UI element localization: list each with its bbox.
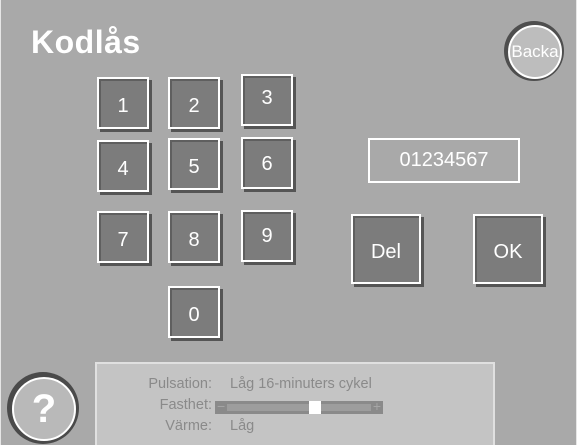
code-display: 01234567 <box>368 138 520 183</box>
code-display-value: 01234567 <box>399 149 489 171</box>
key-2[interactable]: 2 <box>168 77 220 129</box>
back-button[interactable]: Backa <box>504 21 564 81</box>
key-7[interactable]: 7 <box>97 211 149 263</box>
status-panel: Pulsation: Låg 16-minuters cykel Fasthet… <box>95 362 495 445</box>
status-row-heat: Värme: Låg <box>97 418 497 438</box>
key-label: 2 <box>188 94 200 117</box>
key-8[interactable]: 8 <box>168 211 220 263</box>
firmness-slider-knob <box>308 401 321 414</box>
pulsation-value: Låg 16-minuters cykel <box>230 376 372 392</box>
help-button[interactable]: ? <box>7 372 79 444</box>
key-label: 7 <box>117 228 129 251</box>
ok-button-label: OK <box>493 240 523 263</box>
key-label: 1 <box>117 94 129 117</box>
heat-label: Värme: <box>165 418 212 434</box>
key-4[interactable]: 4 <box>97 140 149 192</box>
key-label: 0 <box>188 303 200 326</box>
key-label: 3 <box>261 86 273 109</box>
key-label: 8 <box>188 228 200 251</box>
question-mark-icon: ? <box>12 377 76 441</box>
pulsation-label: Pulsation: <box>148 376 212 392</box>
key-5[interactable]: 5 <box>168 138 220 190</box>
heat-value: Låg <box>230 418 255 434</box>
delete-button-label: Del <box>370 240 401 263</box>
key-0[interactable]: 0 <box>168 286 220 338</box>
key-label: 9 <box>261 224 273 247</box>
page-title: Kodlås <box>31 24 141 60</box>
key-6[interactable]: 6 <box>241 137 293 189</box>
key-9[interactable]: 9 <box>241 210 293 262</box>
status-row-pulsation: Pulsation: Låg 16-minuters cykel <box>97 376 497 396</box>
plus-icon: + <box>372 398 381 414</box>
code-lock-screen: Kodlås Backa 1 2 3 4 5 6 7 8 9 0 0123456… <box>0 0 577 445</box>
firmness-label: Fasthet: <box>159 397 212 413</box>
key-3[interactable]: 3 <box>241 74 293 126</box>
back-button-label: Backa <box>508 25 562 79</box>
minus-icon: − <box>217 398 226 414</box>
key-label: 6 <box>261 152 273 175</box>
key-label: 4 <box>117 157 129 180</box>
ok-button[interactable]: OK <box>473 214 543 284</box>
firmness-slider: − + <box>215 398 383 414</box>
key-label: 5 <box>188 155 200 178</box>
key-1[interactable]: 1 <box>97 77 149 129</box>
firmness-track <box>227 404 371 411</box>
delete-button[interactable]: Del <box>351 214 421 284</box>
